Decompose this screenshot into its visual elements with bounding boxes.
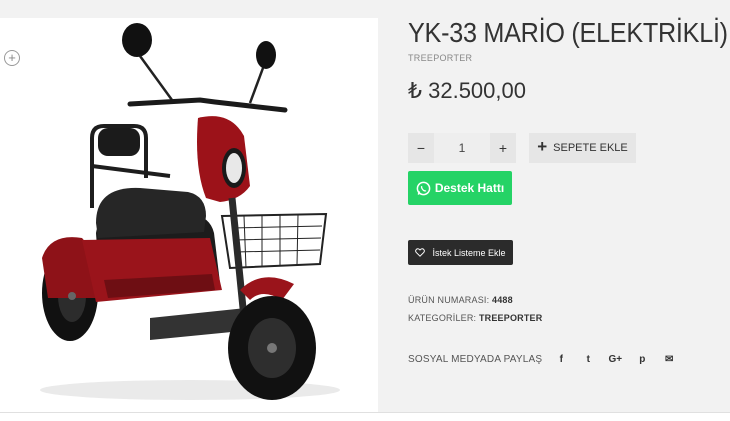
add-to-cart-label: SEPETE EKLE xyxy=(553,142,628,154)
facebook-icon[interactable]: f xyxy=(554,354,568,365)
social-share: SOSYAL MEDYADA PAYLAŞ f t G+ p ✉ xyxy=(408,352,689,366)
category-link[interactable]: TREEPORTER xyxy=(479,313,543,323)
sku-label: ÜRÜN NUMARASI: xyxy=(408,295,490,305)
share-label: SOSYAL MEDYADA PAYLAŞ xyxy=(408,353,543,365)
add-to-wishlist-button[interactable]: İstek Listeme Ekle xyxy=(408,240,513,265)
zoom-plus-icon[interactable]: + xyxy=(4,50,20,66)
quantity-stepper: − + xyxy=(408,133,516,163)
product-title: YK-33 MARİO (ELEKTRİKLİ) xyxy=(408,17,728,48)
support-line-label: Destek Hattı xyxy=(434,181,505,195)
quantity-plus-button[interactable]: + xyxy=(490,133,516,163)
email-icon[interactable]: ✉ xyxy=(662,354,676,365)
support-line-button[interactable]: Destek Hattı xyxy=(408,171,512,205)
product-brand: TREEPORTER xyxy=(408,53,473,63)
categories-label: KATEGORİLER: xyxy=(408,313,477,323)
twitter-icon[interactable]: t xyxy=(581,354,595,365)
quantity-input[interactable] xyxy=(434,133,490,163)
add-to-cart-button[interactable]: + SEPETE EKLE xyxy=(529,133,636,163)
quantity-minus-button[interactable]: − xyxy=(408,133,434,163)
product-sku: ÜRÜN NUMARASI: 4488 xyxy=(408,295,513,305)
pinterest-icon[interactable]: p xyxy=(635,354,649,365)
whatsapp-icon xyxy=(416,181,431,196)
add-to-wishlist-label: İstek Listeme Ekle xyxy=(432,247,506,258)
plus-icon: + xyxy=(537,137,548,156)
product-categories: KATEGORİLER: TREEPORTER xyxy=(408,313,542,323)
google-plus-icon[interactable]: G+ xyxy=(608,354,622,365)
product-image-area[interactable]: + xyxy=(0,18,378,412)
sku-value: 4488 xyxy=(492,295,513,305)
heart-icon xyxy=(415,248,426,257)
product-price: ₺ 32.500,00 xyxy=(408,78,526,103)
product-image[interactable] xyxy=(0,18,378,412)
